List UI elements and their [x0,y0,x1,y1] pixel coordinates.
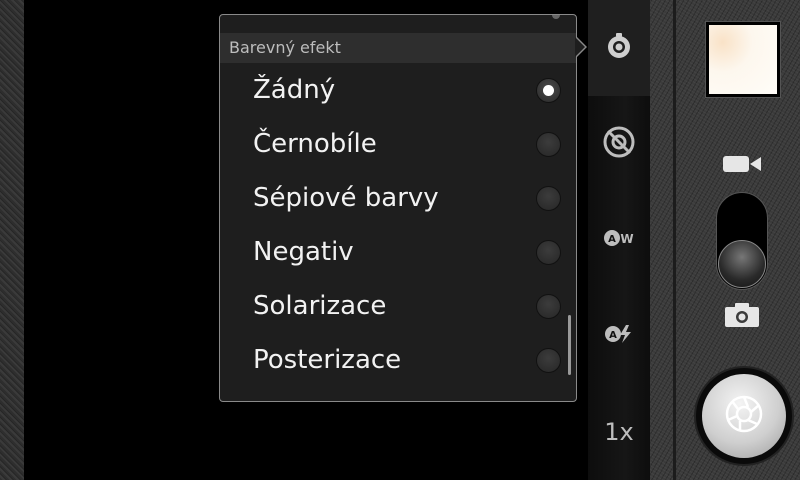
option-label: Černobíle [253,129,377,159]
camera-icon [724,302,760,332]
mode-switch-knob[interactable] [718,240,766,288]
svg-text:A: A [608,234,616,245]
effect-option-solarize[interactable]: Solarizace [220,279,576,333]
scroll-top-indicator [552,15,560,19]
radio-button[interactable] [536,348,561,373]
popup-scrollbar[interactable] [568,315,571,375]
radio-button[interactable] [536,132,561,157]
color-effect-popup: Barevný efekt Žádný Černobíle Sépiové ba… [219,14,577,402]
effect-option-none[interactable]: Žádný [220,63,576,117]
color-effect-icon [604,31,634,65]
option-label: Sépiové barvy [253,183,439,213]
aperture-icon [724,394,764,438]
option-label: Žádný [253,75,336,105]
settings-bar: A W A 1x [588,0,650,480]
option-label: Solarizace [253,291,387,321]
radio-button-selected[interactable] [536,78,561,103]
thumbnail-image [709,25,777,94]
flash-mode-button[interactable]: A [588,288,650,384]
video-camera-icon [722,154,762,178]
scene-mode-icon [602,125,636,163]
effect-option-posterize[interactable]: Posterizace [220,333,576,387]
auto-white-balance-icon: A W [603,228,635,252]
effect-option-mono[interactable]: Černobíle [220,117,576,171]
effect-option-negative[interactable]: Negativ [220,225,576,279]
svg-text:W: W [620,232,633,246]
popup-pointer-fill [575,37,585,57]
scene-mode-button[interactable] [588,96,650,192]
color-effect-button[interactable] [588,0,650,96]
effect-option-sepia[interactable]: Sépiové barvy [220,171,576,225]
shutter-button[interactable] [702,374,786,458]
radio-button[interactable] [536,294,561,319]
zoom-level-label: 1x [604,418,634,446]
radio-button[interactable] [536,186,561,211]
option-label: Posterizace [253,345,402,375]
left-panel-texture [0,0,24,480]
white-balance-button[interactable]: A W [588,192,650,288]
option-label: Negativ [253,237,354,267]
last-photo-thumbnail[interactable] [705,21,781,98]
svg-text:A: A [609,330,617,341]
panel-divider [673,0,676,480]
zoom-button[interactable]: 1x [588,384,650,480]
auto-flash-icon: A [604,323,634,349]
popup-title: Barevný efekt [220,33,576,63]
radio-button[interactable] [536,240,561,265]
